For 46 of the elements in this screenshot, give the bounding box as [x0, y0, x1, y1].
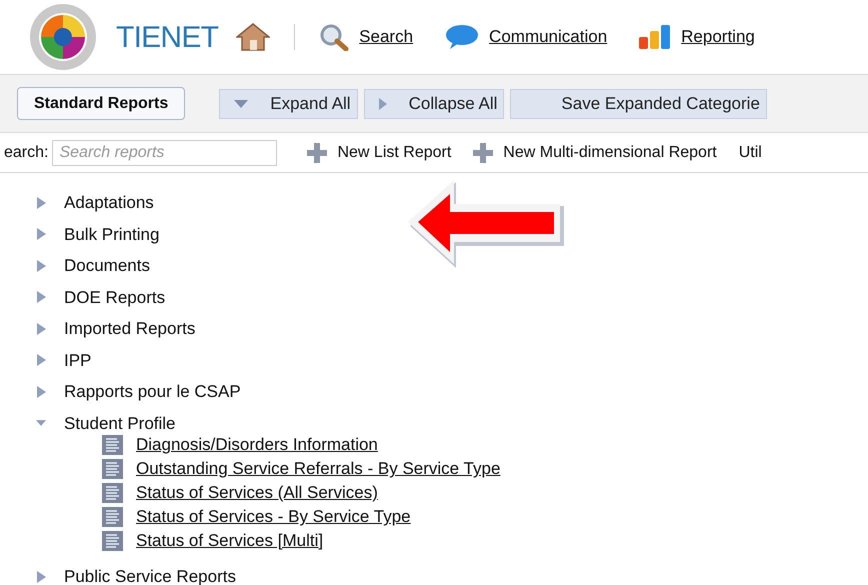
document-icon — [102, 507, 123, 527]
logo-text: TIENET — [116, 20, 218, 56]
caret-down-icon — [234, 100, 248, 108]
caret-down-icon[interactable] — [36, 419, 46, 428]
search-label: earch: — [4, 142, 48, 162]
category-label[interactable]: IPP — [64, 348, 92, 373]
category-label[interactable]: Adaptations — [64, 190, 154, 216]
document-icon — [102, 435, 123, 455]
toolbar-button[interactable]: Expand All — [219, 88, 358, 118]
speech-bubble-icon — [445, 24, 480, 50]
bar-chart-icon — [639, 25, 672, 49]
report-link[interactable]: Status of Services [Multi] — [136, 528, 324, 554]
plus-icon — [307, 142, 328, 162]
plus-icon — [473, 142, 494, 162]
toolbar-button[interactable]: Collapse All — [364, 88, 504, 118]
toolbar-button[interactable]: Save Expanded Categorie — [510, 88, 767, 118]
report-link[interactable]: Status of Services (All Services) — [136, 480, 378, 506]
nav-link[interactable]: Reporting — [681, 24, 755, 50]
search-field[interactable]: Search reports — [52, 140, 278, 166]
magnifier-icon — [319, 23, 350, 51]
report-link[interactable]: Outstanding Service Referrals - By Service Type — [136, 456, 500, 482]
nav-link[interactable]: Communication — [489, 24, 608, 50]
toolbar-action[interactable]: Util — [738, 140, 762, 164]
toolbar-action[interactable]: New List Report — [307, 140, 452, 164]
caret-right-icon[interactable] — [36, 322, 46, 335]
caret-right-icon[interactable] — [36, 291, 46, 304]
category-label[interactable]: Imported Reports — [64, 316, 196, 342]
caret-right-icon — [378, 98, 387, 110]
document-icon — [102, 459, 123, 479]
category-label[interactable]: Bulk Printing — [64, 222, 160, 247]
document-icon — [102, 483, 123, 503]
caret-right-icon[interactable] — [36, 386, 46, 398]
home-icon[interactable] — [236, 23, 270, 51]
standard-reports-tab[interactable]: Standard Reports — [17, 87, 186, 120]
caret-right-icon[interactable] — [36, 260, 46, 272]
document-icon — [102, 531, 123, 551]
category-label[interactable]: Rapports pour le CSAP — [64, 379, 241, 404]
caret-right-icon[interactable] — [36, 196, 46, 209]
caret-right-icon[interactable] — [36, 570, 46, 583]
caret-right-icon[interactable] — [36, 228, 46, 240]
caret-right-icon[interactable] — [36, 354, 46, 366]
nav-link[interactable]: Search — [359, 24, 414, 50]
category-label[interactable]: Documents — [64, 253, 150, 278]
toolbar-action[interactable]: New Multi-dimensional Report — [473, 140, 717, 164]
category-label[interactable]: DOE Reports — [64, 284, 166, 310]
report-link[interactable]: Status of Services - By Service Type — [136, 504, 411, 530]
